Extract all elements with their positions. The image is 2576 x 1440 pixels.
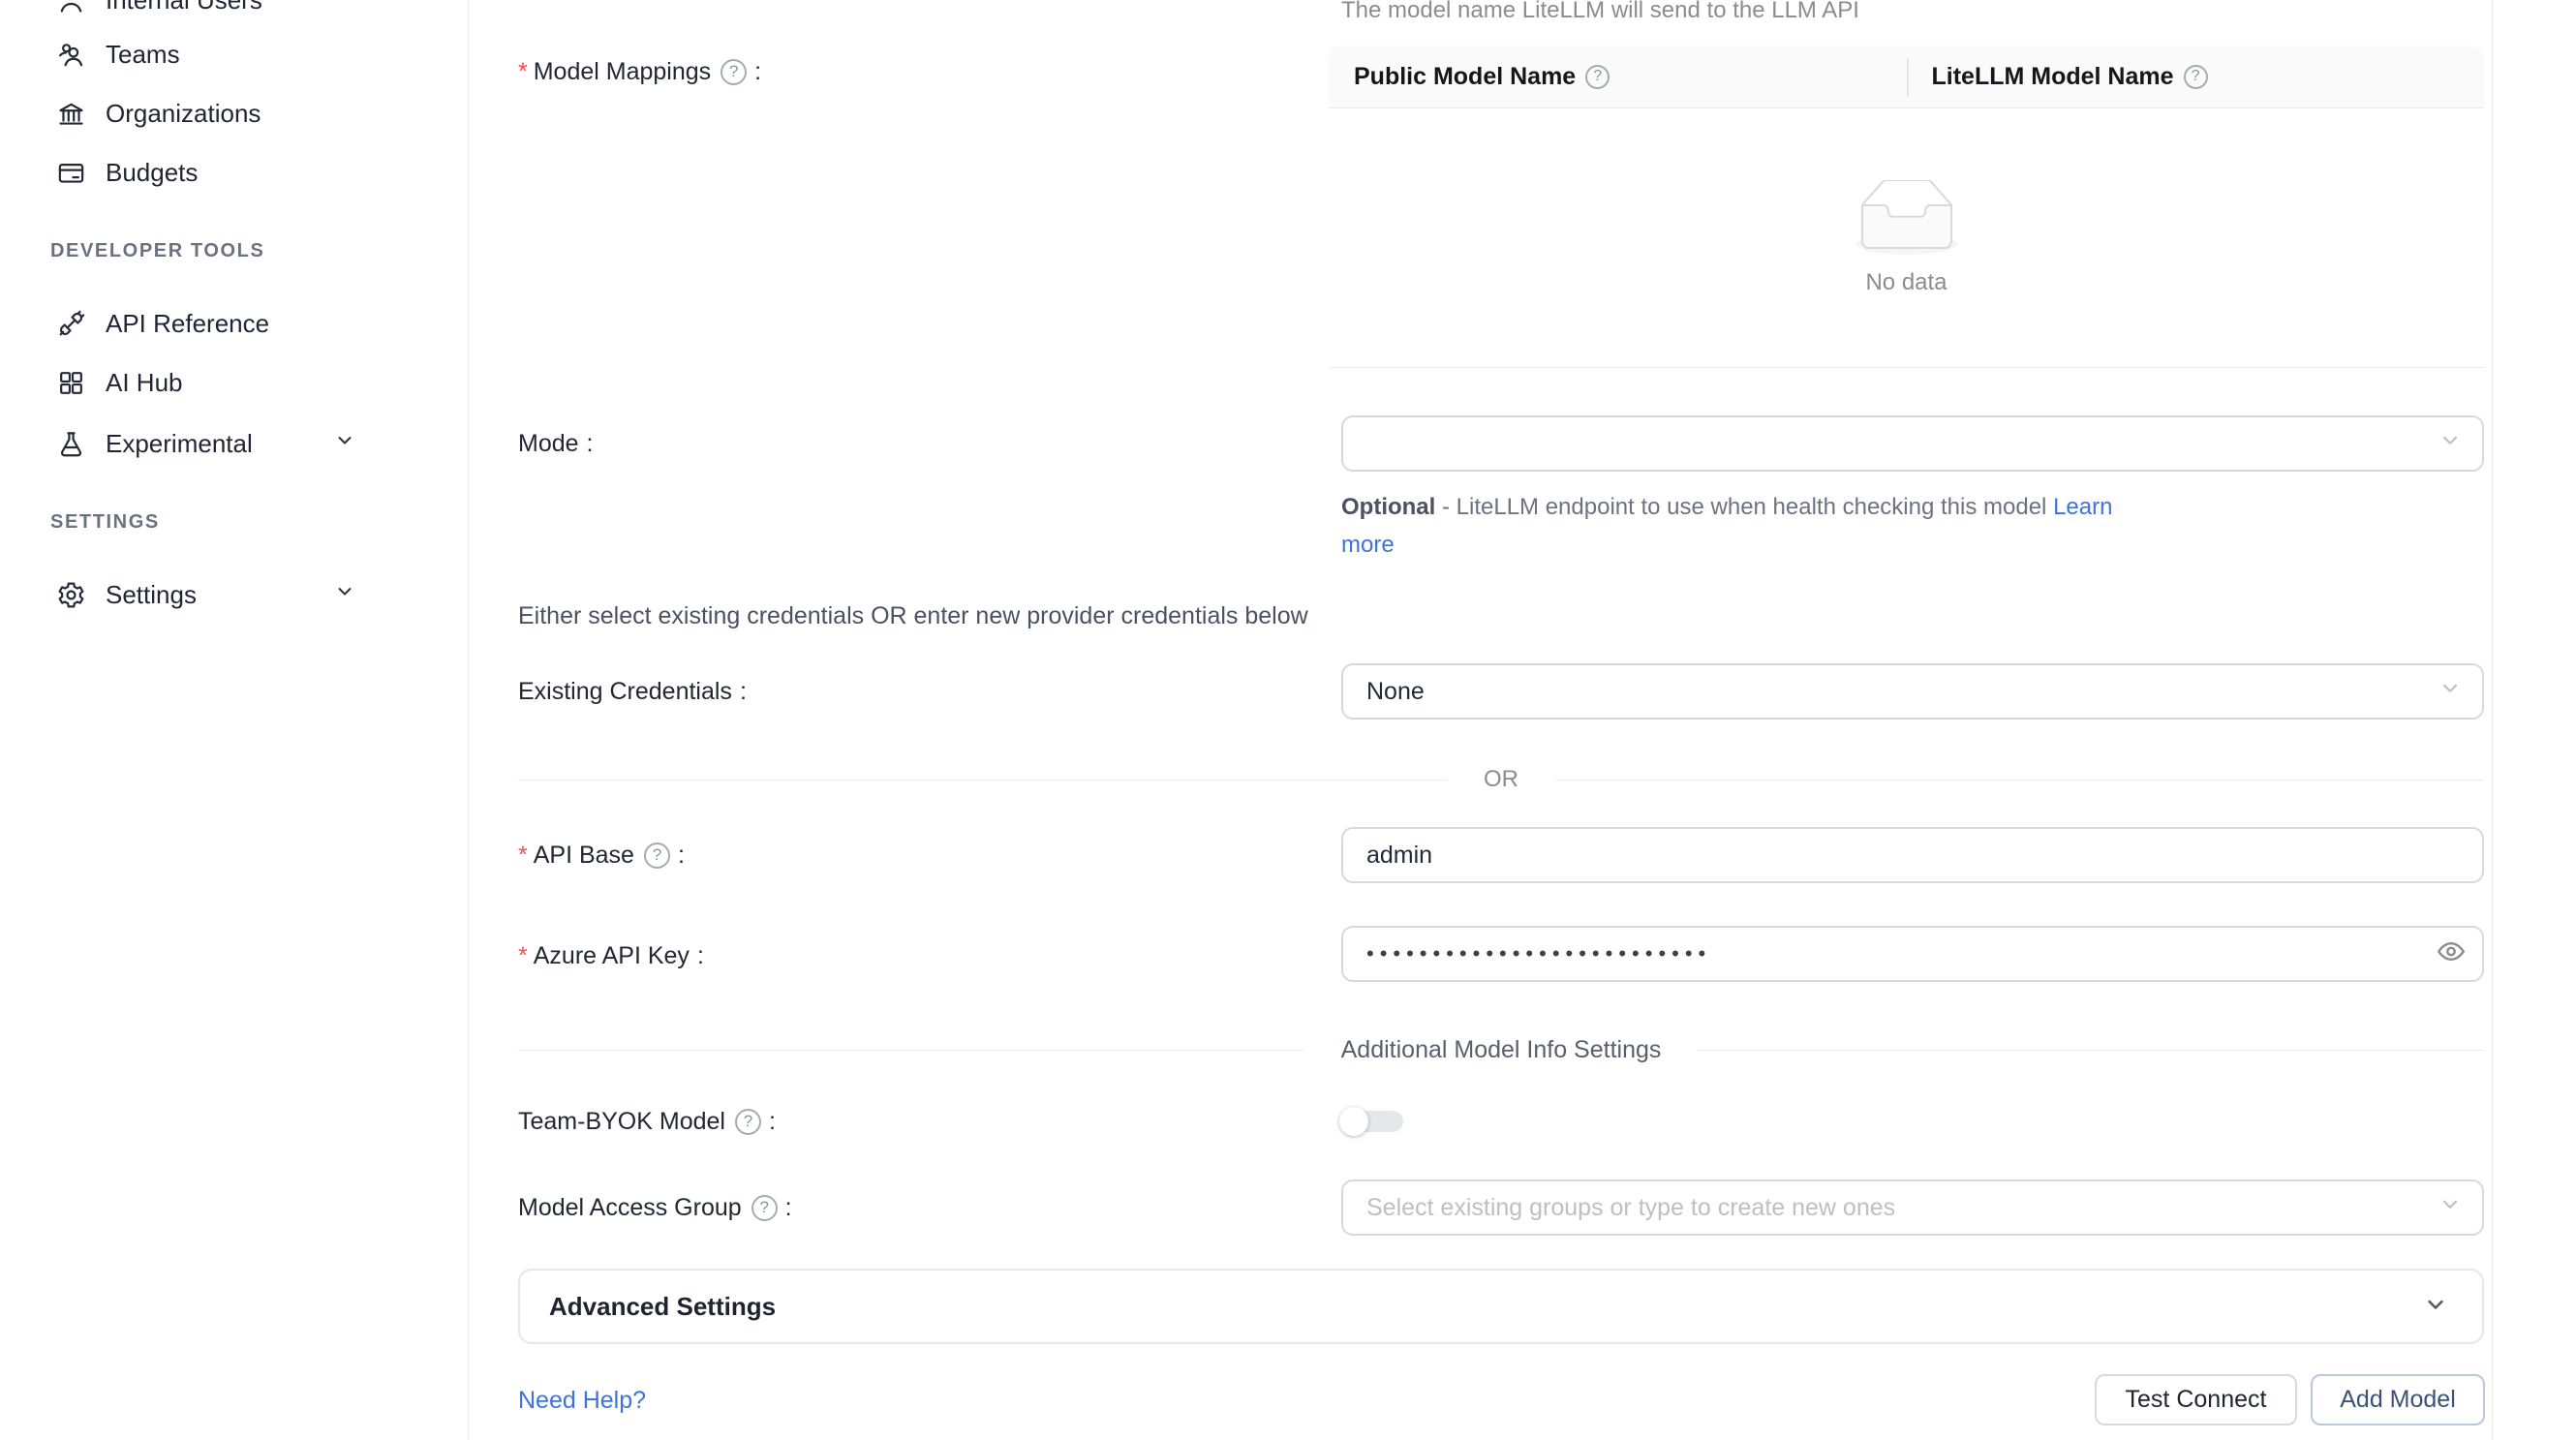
azure-api-key-input[interactable] xyxy=(1341,926,2484,982)
model-access-group-select[interactable]: Select existing groups or type to create… xyxy=(1341,1180,2484,1236)
sidebar-section-settings: SETTINGS xyxy=(50,511,160,534)
learn-more-link[interactable]: more xyxy=(1341,532,1395,558)
add-model-button[interactable]: Add Model xyxy=(2311,1374,2485,1425)
existing-credentials-select[interactable]: None xyxy=(1341,663,2484,720)
team-byok-label: Team-BYOK Model ? : xyxy=(518,1104,776,1139)
help-icon[interactable]: ? xyxy=(2184,65,2208,89)
sidebar-item-label: AI Hub xyxy=(106,368,183,398)
required-marker: * xyxy=(518,942,528,970)
advanced-settings-title: Advanced Settings xyxy=(549,1292,776,1322)
sidebar-item-label: Budgets xyxy=(106,158,198,188)
litellm-add-model-page: Internal Users Teams Organizations Budge… xyxy=(0,0,2576,1440)
api-base-label: * API Base ? : xyxy=(518,838,685,873)
help-icon[interactable]: ? xyxy=(644,843,670,869)
help-icon[interactable]: ? xyxy=(735,1109,761,1135)
credit-card-icon xyxy=(56,158,86,188)
api-icon xyxy=(56,309,86,339)
team-icon xyxy=(56,40,86,70)
bank-icon xyxy=(56,99,86,129)
test-connect-button[interactable]: Test Connect xyxy=(2095,1374,2297,1425)
chevron-down-icon xyxy=(333,580,356,610)
no-data-text: No data xyxy=(1865,269,1947,296)
flask-icon xyxy=(56,429,86,459)
advanced-settings-panel[interactable]: Advanced Settings xyxy=(518,1269,2484,1344)
required-marker: * xyxy=(518,58,528,86)
mode-select[interactable] xyxy=(1341,415,2484,472)
need-help-link[interactable]: Need Help? xyxy=(518,1387,646,1415)
model-name-hint: The model name LiteLLM will send to the … xyxy=(1341,0,1859,24)
user-icon xyxy=(56,0,86,15)
credentials-note: Either select existing credentials OR en… xyxy=(518,602,1308,630)
grid-icon xyxy=(56,368,86,398)
additional-settings-divider: Additional Model Info Settings xyxy=(518,1035,2484,1064)
sidebar-item-organizations[interactable]: Organizations xyxy=(0,86,469,140)
sidebar-item-label: Experimental xyxy=(106,429,253,459)
azure-api-key-label: * Azure API Key : xyxy=(518,938,704,973)
sidebar-item-budgets[interactable]: Budgets xyxy=(0,145,469,199)
chevron-down-icon xyxy=(2438,676,2463,708)
table-header-row: Public Model Name ? LiteLLM Model Name ? xyxy=(1329,46,2484,108)
sidebar-item-ai-hub[interactable]: AI Hub xyxy=(0,355,469,410)
sidebar-item-experimental[interactable]: Experimental xyxy=(0,416,469,471)
existing-credentials-label: Existing Credentials : xyxy=(518,674,747,709)
sidebar-item-teams[interactable]: Teams xyxy=(0,27,469,81)
model-mappings-table: Public Model Name ? LiteLLM Model Name ? xyxy=(1329,46,2484,368)
mode-hint: Optional - LiteLLM endpoint to use when … xyxy=(1341,488,2135,564)
sidebar-item-label: API Reference xyxy=(106,309,269,339)
sidebar: Internal Users Teams Organizations Budge… xyxy=(0,0,469,1440)
empty-box-icon xyxy=(1845,180,1969,260)
chevron-down-icon xyxy=(2422,1291,2449,1323)
sidebar-section-developer-tools: DEVELOPER TOOLS xyxy=(50,240,264,262)
api-base-input[interactable] xyxy=(1341,827,2484,883)
model-access-group-label: Model Access Group ? : xyxy=(518,1190,792,1225)
table-header-divider xyxy=(1907,58,1909,96)
mode-label: Mode : xyxy=(518,426,594,461)
table-empty-state: No data xyxy=(1329,108,2484,368)
content-right-divider xyxy=(2492,0,2493,1440)
sidebar-item-label: Teams xyxy=(106,40,180,70)
model-mappings-label: * Model Mappings ? : xyxy=(518,54,761,89)
sidebar-item-internal-users[interactable]: Internal Users xyxy=(0,0,469,27)
sidebar-item-label: Organizations xyxy=(106,99,261,129)
select-placeholder: Select existing groups or type to create… xyxy=(1366,1194,1895,1222)
additional-settings-text: Additional Model Info Settings xyxy=(1341,1036,1662,1064)
chevron-down-icon xyxy=(2438,428,2463,460)
or-text: OR xyxy=(1484,766,1518,793)
team-byok-toggle[interactable] xyxy=(1339,1104,1405,1139)
help-icon[interactable]: ? xyxy=(751,1195,778,1221)
table-header-public-model-name: Public Model Name ? xyxy=(1329,63,1907,91)
sidebar-item-label: Internal Users xyxy=(106,0,262,15)
or-divider: OR xyxy=(518,765,2484,794)
chevron-down-icon xyxy=(333,429,356,459)
help-icon[interactable]: ? xyxy=(1585,65,1610,89)
table-header-litellm-model-name: LiteLLM Model Name ? xyxy=(1907,63,2485,91)
help-icon[interactable]: ? xyxy=(721,59,747,85)
sidebar-item-api-reference[interactable]: API Reference xyxy=(0,296,469,351)
learn-more-link[interactable]: Learn xyxy=(2053,494,2112,520)
azure-api-key-field xyxy=(1341,926,2484,982)
chevron-down-icon xyxy=(2438,1192,2463,1224)
required-marker: * xyxy=(518,842,528,870)
sidebar-item-settings[interactable]: Settings xyxy=(0,567,469,622)
eye-icon[interactable] xyxy=(2436,936,2467,972)
sidebar-item-label: Settings xyxy=(106,580,197,610)
gear-icon xyxy=(56,580,86,610)
